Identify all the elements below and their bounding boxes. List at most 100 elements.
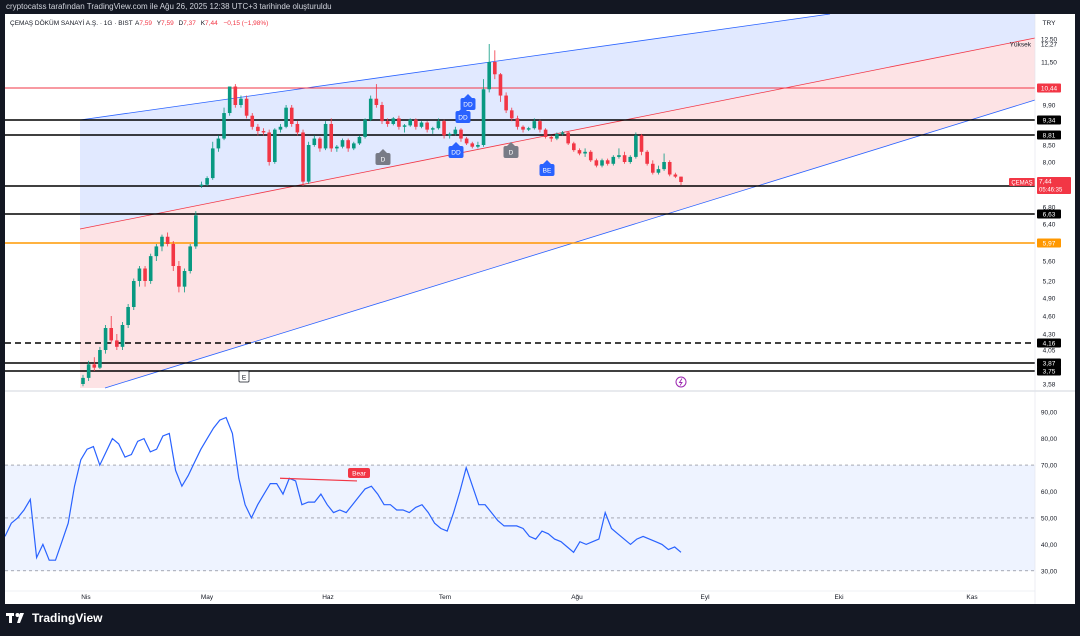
price-tick-label: 4,30 [1043,332,1056,339]
level-tag[interactable]: 3,87 [1037,358,1061,368]
price-tick-label: 6,40 [1043,222,1056,229]
candle-body [312,138,317,145]
dividend-icon[interactable] [675,376,687,388]
caption-text: cryptocatss tarafından TradingView.com i… [6,2,332,11]
level-tag[interactable]: 6,63 [1037,209,1061,219]
price-tick-label: 4,60 [1043,314,1056,321]
candle-body [459,129,463,139]
earnings-badge-label: E [242,375,247,382]
candle[interactable] [323,121,328,151]
candle-body [256,126,260,132]
rsi-band [5,465,1035,571]
tradingview-logo[interactable]: TradingView [6,611,102,625]
last-price-tag[interactable]: ÇEMAŞ 7,44 05:46:35 [1009,177,1071,194]
level-tag[interactable]: 8,81 [1037,130,1061,140]
level-tag[interactable]: 5,97 [1037,238,1061,248]
candle-body [594,160,599,166]
rsi-tick-label: 30,00 [1041,568,1058,575]
candle-body [323,123,328,149]
top-caption-bar: cryptocatss tarafından TradingView.com i… [0,0,1080,14]
level-tag[interactable]: 9,34 [1037,115,1061,125]
marker-label: DD [451,150,461,157]
candle[interactable] [103,325,108,354]
candle[interactable] [194,211,198,249]
candle-body [425,122,429,130]
candle[interactable] [667,160,672,177]
candle-body [509,110,514,119]
candle-body [481,89,486,145]
candle-body [634,135,638,157]
candle-body [210,148,215,179]
level-tag-label: 3,75 [1043,369,1056,376]
candle[interactable] [148,253,153,284]
candle[interactable] [233,84,238,108]
level-tag[interactable]: 10,44 [1037,83,1061,93]
level-tag[interactable]: 4,16 [1037,338,1061,348]
candle-body [148,256,153,281]
candle[interactable] [120,322,125,350]
marker-e[interactable]: E [238,370,250,383]
candle-body [628,156,633,162]
candle[interactable] [301,129,305,186]
price-tick-label: 8,50 [1043,143,1056,150]
high-value: 12,27 [1041,42,1058,49]
candle[interactable] [481,79,486,147]
candle-body [273,129,277,162]
candle[interactable] [273,128,277,164]
candle-body [566,132,570,144]
time-tick-label: Eyl [700,594,710,601]
candle-body [239,98,243,105]
candle-body [617,155,621,157]
marker-label: DD [458,115,468,122]
candle-body [109,328,114,341]
candle[interactable] [634,132,638,159]
price-tick-label: 5,60 [1043,259,1056,266]
candle-body [340,140,345,147]
candle-body [453,129,458,134]
candle[interactable] [368,95,373,122]
rsi-tick-label: 50,00 [1041,515,1058,522]
candle-body [414,119,418,127]
candle-body [233,86,238,105]
candle-body [357,136,362,144]
candle[interactable] [588,150,593,162]
candle[interactable] [380,101,384,124]
candle[interactable] [98,346,102,369]
candle-body [126,307,130,325]
candle-body [199,184,204,186]
candle[interactable] [487,44,491,93]
price-tick-label: 4,05 [1043,348,1056,355]
candle[interactable] [645,150,649,166]
candle-body [329,123,334,149]
dividend-circle [675,376,687,388]
rsi-tick-label: 40,00 [1041,542,1058,549]
candle-body [447,133,452,136]
candle-body [476,145,480,147]
candle[interactable] [306,141,311,184]
candle-body [363,119,367,137]
chart-canvas[interactable]: DDDDDDD DBEE Bear TRY12,5011,509,908,508,… [4,13,1075,604]
candle-body [188,246,192,271]
candle[interactable] [289,105,294,127]
candle-body [470,143,475,147]
high-value: 7,59 [161,20,174,27]
candle[interactable] [227,86,232,116]
candle-body [205,178,209,185]
candle[interactable] [131,278,136,311]
candle-body [385,121,390,124]
candle[interactable] [244,95,249,119]
candle[interactable] [284,105,288,129]
candle-body [577,150,582,154]
candle[interactable] [363,118,367,139]
candle[interactable] [188,243,192,274]
chart-frame[interactable]: D DD DD DD D BE E Bear TRY 12,50 11,50 9,90 8,50 8,… [4,13,1075,604]
rsi-tick-label: 60,00 [1041,489,1058,496]
candle-body [244,98,249,116]
candle-body [306,145,311,182]
level-tag[interactable]: 3,75 [1037,366,1061,376]
candle[interactable] [566,131,570,145]
candle[interactable] [267,129,271,166]
candle[interactable] [126,304,130,328]
candle-body [656,169,661,173]
time-tick-label: Tem [439,594,451,601]
